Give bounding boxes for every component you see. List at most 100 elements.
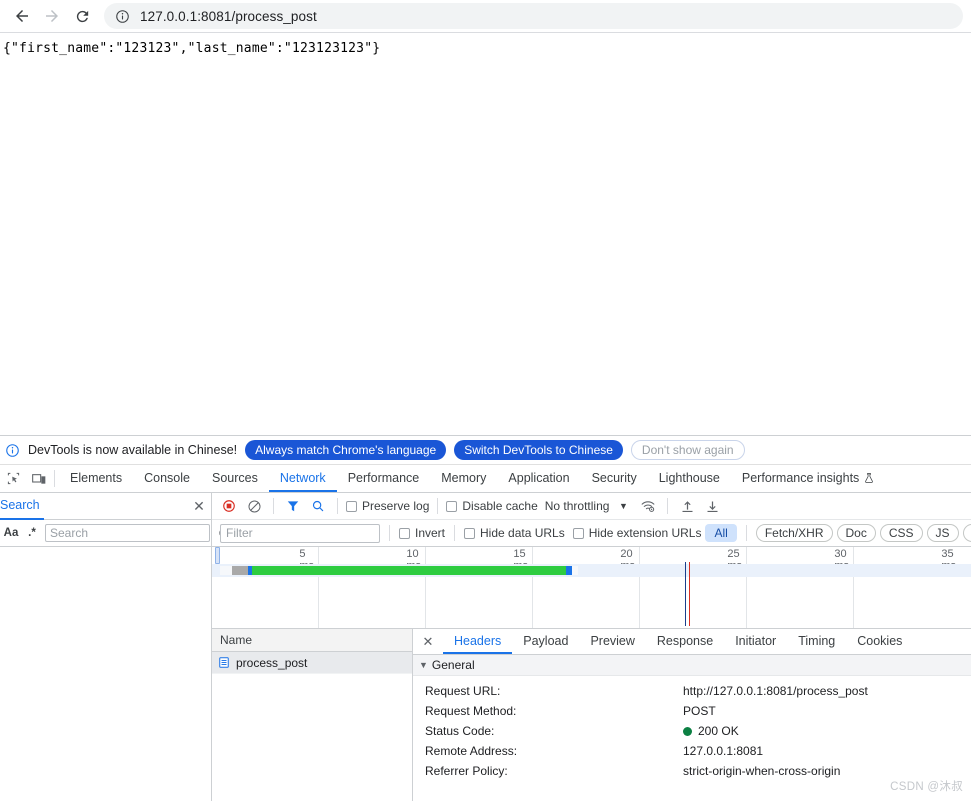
- bar-segment-end-marker: [566, 566, 572, 575]
- info-circle-icon[interactable]: [114, 8, 130, 24]
- preserve-log-label: Preserve log: [362, 499, 430, 513]
- throttling-select[interactable]: No throttling: [545, 499, 610, 513]
- type-chip-font[interactable]: Font: [962, 524, 971, 542]
- disable-cache-checkbox[interactable]: Disable cache: [446, 499, 538, 513]
- match-case-button[interactable]: Aa: [3, 524, 19, 542]
- inspect-cursor-icon: [7, 472, 19, 485]
- switch-to-chinese-button[interactable]: Switch DevTools to Chinese: [454, 440, 623, 460]
- import-arrow-up-icon[interactable]: [676, 495, 698, 517]
- detail-tab-headers[interactable]: Headers: [443, 629, 513, 654]
- search-drawer-tab[interactable]: Search: [0, 493, 44, 520]
- header-value: 200 OK: [698, 724, 739, 738]
- toolbar-separator: [437, 498, 439, 514]
- header-row: Remote Address: 127.0.0.1:8081: [425, 741, 971, 761]
- type-chip-js[interactable]: JS: [926, 524, 959, 542]
- overview-grid: 5 ms 10 ms 15 ms 20 ms 25 ms 30 ms 35 ms: [212, 547, 971, 628]
- checkbox-box: [399, 527, 410, 539]
- tabbar-separator: [54, 470, 55, 487]
- wifi-settings-icon[interactable]: [637, 495, 659, 517]
- tab-label: Application: [508, 470, 570, 485]
- general-section-header[interactable]: ▼ General: [413, 655, 971, 676]
- tab-label: Performance insights: [741, 470, 860, 485]
- header-key: Referrer Policy:: [425, 764, 508, 778]
- info-circle-icon: [4, 442, 20, 458]
- general-section-label: General: [431, 658, 475, 672]
- reload-button[interactable]: [68, 2, 96, 30]
- clear-icon[interactable]: [243, 495, 265, 517]
- tab-label: Sources: [211, 470, 258, 485]
- header-value: 127.0.0.1:8081: [683, 744, 764, 758]
- request-list-column-header[interactable]: Name: [212, 629, 412, 652]
- record-stop-icon[interactable]: [218, 495, 240, 517]
- search-toolbar: Aa .*: [0, 520, 253, 547]
- status-badge: 200 OK: [683, 724, 739, 738]
- tab-performance[interactable]: Performance: [337, 465, 431, 492]
- devtools-language-banner: DevTools is now available in Chinese! Al…: [0, 436, 971, 465]
- tab-sources[interactable]: Sources: [201, 465, 269, 492]
- experiment-flask-icon: [865, 472, 874, 483]
- search-icon[interactable]: [307, 495, 329, 517]
- detail-tab-payload[interactable]: Payload: [512, 629, 579, 654]
- overview-request-bar[interactable]: [220, 566, 578, 575]
- tab-elements[interactable]: Elements: [59, 465, 133, 492]
- tab-network[interactable]: Network: [268, 465, 337, 492]
- back-button[interactable]: [8, 2, 36, 30]
- hide-data-urls-checkbox[interactable]: Hide data URLs: [464, 526, 565, 540]
- tab-security[interactable]: Security: [581, 465, 648, 492]
- tab-console[interactable]: Console: [133, 465, 201, 492]
- tab-lighthouse[interactable]: Lighthouse: [648, 465, 731, 492]
- tab-performance-insights[interactable]: Performance insights: [731, 465, 886, 492]
- search-drawer: Search ✕ Aa .*: [0, 493, 253, 801]
- close-icon[interactable]: ✕: [413, 629, 443, 654]
- network-filter-bar: Invert Hide data URLs Hide extension URL…: [212, 520, 971, 547]
- overview-column: 25 ms: [640, 547, 747, 628]
- inspect-element-button[interactable]: [0, 465, 26, 492]
- header-value: POST: [683, 704, 716, 718]
- detail-tab-response[interactable]: Response: [646, 629, 724, 654]
- type-chip-css[interactable]: CSS: [879, 524, 923, 542]
- hide-extension-urls-checkbox[interactable]: Hide extension URLs: [572, 526, 701, 540]
- type-chip-all[interactable]: All: [705, 524, 737, 542]
- bar-segment-stalled: [232, 566, 248, 575]
- toolbar-separator: [745, 525, 747, 541]
- filter-funnel-icon[interactable]: [282, 495, 304, 517]
- tab-memory[interactable]: Memory: [430, 465, 497, 492]
- detail-tab-initiator[interactable]: Initiator: [724, 629, 787, 654]
- search-input[interactable]: [45, 524, 210, 542]
- network-overview-timeline[interactable]: 5 ms 10 ms 15 ms 20 ms 25 ms 30 ms 35 ms: [212, 547, 971, 629]
- header-key: Request Method:: [425, 704, 517, 718]
- status-ok-dot-icon: [683, 726, 692, 736]
- close-icon[interactable]: ✕: [187, 498, 211, 515]
- dont-show-again-button[interactable]: Don't show again: [630, 440, 745, 460]
- overview-column: 20 ms: [533, 547, 640, 628]
- overview-column: 5 ms: [212, 547, 319, 628]
- forward-button[interactable]: [38, 2, 66, 30]
- toolbar-separator: [389, 525, 390, 541]
- detail-tab-preview[interactable]: Preview: [579, 629, 645, 654]
- tab-application[interactable]: Application: [497, 465, 580, 492]
- overview-range-handle[interactable]: [215, 547, 220, 564]
- detail-tab-timing[interactable]: Timing: [787, 629, 846, 654]
- device-toolbar-button[interactable]: [26, 465, 52, 492]
- browser-toolbar: 127.0.0.1:8081/process_post: [0, 0, 971, 32]
- page-json-response: {"first_name":"123123","last_name":"1231…: [3, 41, 381, 56]
- regex-button[interactable]: .*: [24, 524, 40, 542]
- toolbar-separator: [454, 525, 456, 541]
- type-chip-fetch-xhr[interactable]: Fetch/XHR: [755, 524, 833, 542]
- table-row[interactable]: process_post: [212, 652, 412, 674]
- chevron-down-icon[interactable]: ▼: [612, 495, 634, 517]
- request-details-pane: ✕ Headers Payload Preview Response Initi…: [413, 629, 971, 801]
- devtools-body: Search ✕ Aa .* Search Preserve log Disab…: [0, 493, 971, 801]
- export-arrow-down-icon[interactable]: [701, 495, 723, 517]
- preserve-log-checkbox[interactable]: Preserve log: [346, 499, 429, 513]
- detail-tab-cookies[interactable]: Cookies: [846, 629, 913, 654]
- document-icon: [217, 656, 231, 670]
- reload-icon: [76, 10, 88, 22]
- header-row: Request URL: http://127.0.0.1:8081/proce…: [425, 681, 971, 701]
- address-bar[interactable]: 127.0.0.1:8081/process_post: [104, 3, 963, 29]
- type-chip-doc[interactable]: Doc: [836, 524, 876, 542]
- always-match-language-button[interactable]: Always match Chrome's language: [245, 440, 447, 460]
- invert-checkbox[interactable]: Invert: [399, 526, 445, 540]
- tab-label: Network: [279, 470, 326, 485]
- filter-input[interactable]: [220, 523, 380, 543]
